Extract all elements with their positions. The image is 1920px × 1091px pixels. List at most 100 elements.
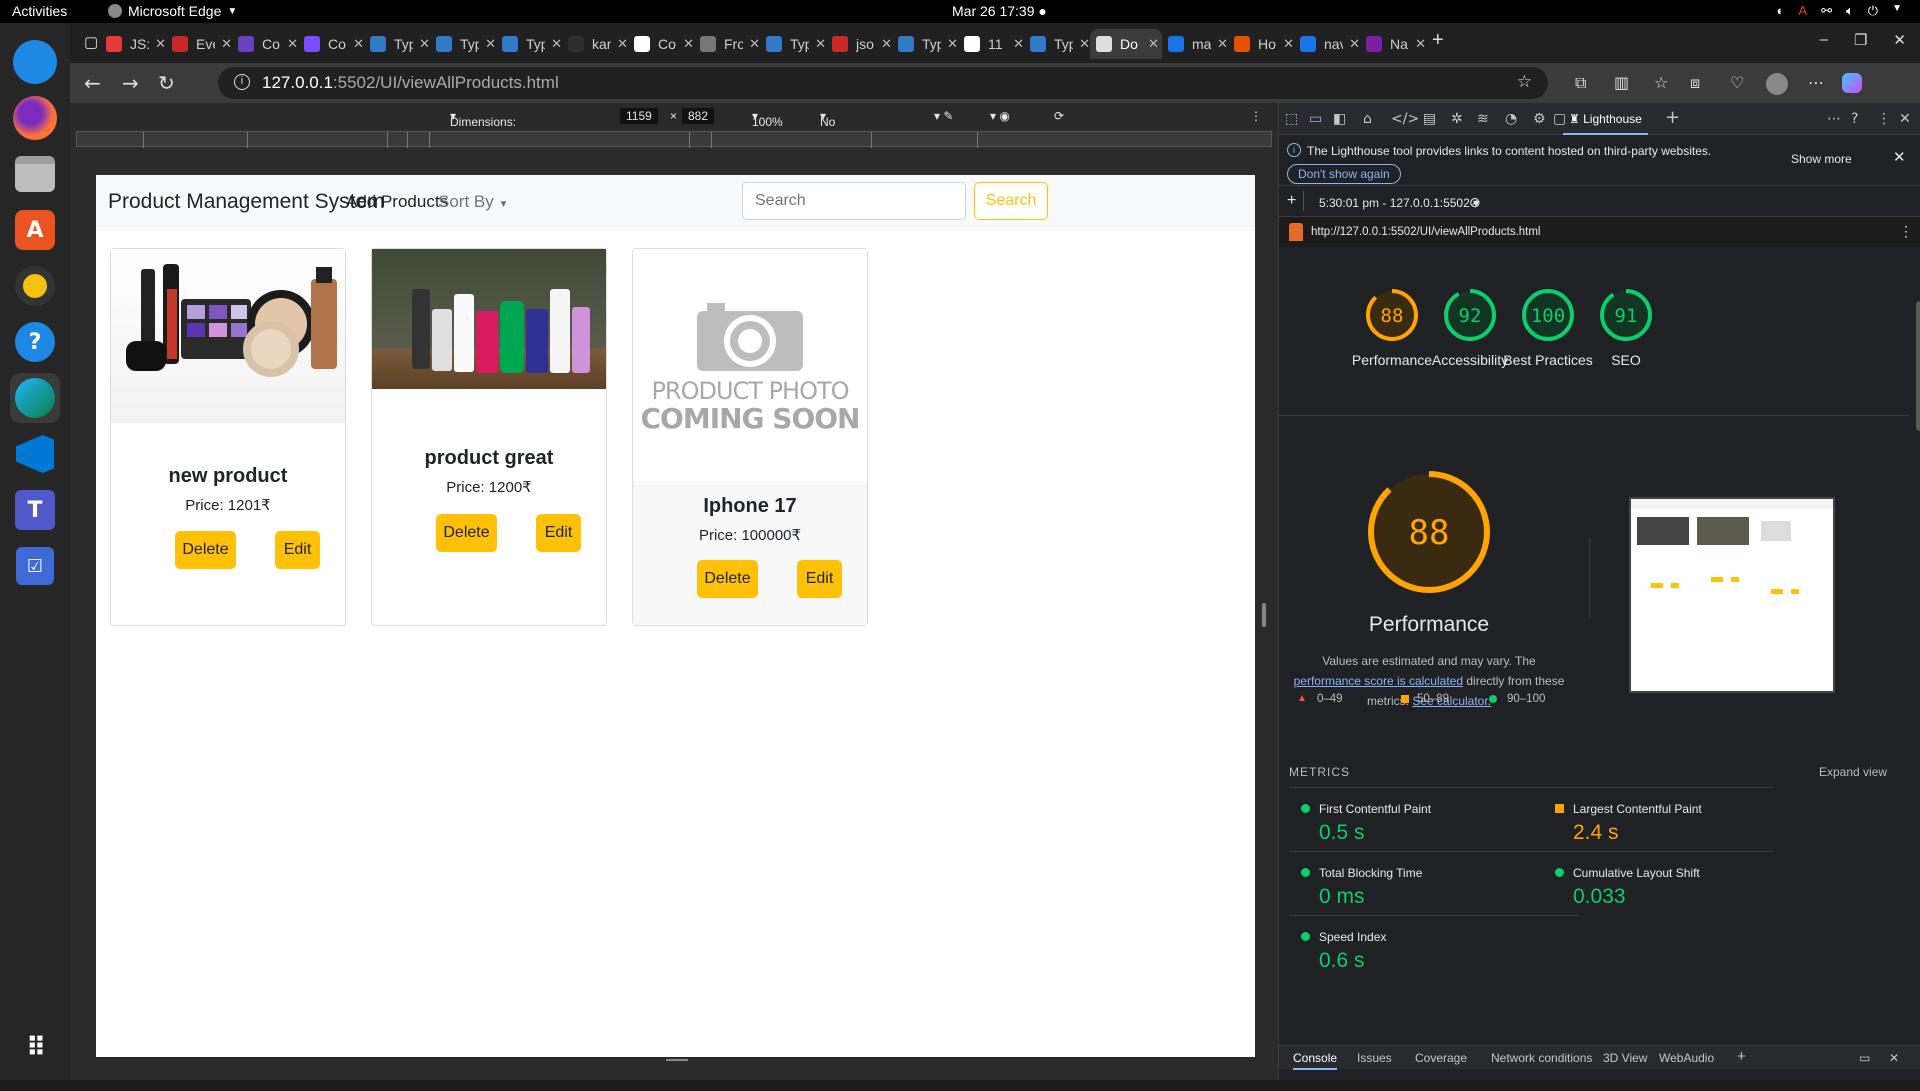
add-drawer-tab-icon[interactable]: + bbox=[1737, 1048, 1746, 1065]
tab-close-icon[interactable]: ✕ bbox=[353, 36, 364, 52]
viewport-side-resize-handle[interactable] bbox=[1262, 603, 1266, 627]
clear-icon[interactable]: ⊘ bbox=[1469, 194, 1481, 211]
tab-close-icon[interactable]: ✕ bbox=[1283, 36, 1294, 52]
inspect-icon[interactable]: ⬚ bbox=[1285, 111, 1298, 127]
drawer-dock-icon[interactable]: ▭ bbox=[1859, 1051, 1870, 1065]
network-icon[interactable]: ≋ bbox=[1477, 111, 1489, 127]
favorite-star-icon[interactable]: ☆ bbox=[1517, 72, 1532, 92]
teams-icon[interactable]: T bbox=[10, 485, 60, 535]
tab-close-icon[interactable]: ✕ bbox=[1079, 36, 1090, 52]
browser-tab[interactable]: Typ ✕ bbox=[430, 29, 496, 59]
close-devtools-icon[interactable]: ✕ bbox=[1899, 111, 1911, 127]
score-gauge[interactable]: 91 SEO bbox=[1581, 287, 1671, 369]
rhythmbox-icon[interactable] bbox=[10, 261, 60, 311]
drawer-tab[interactable]: Network conditions bbox=[1491, 1051, 1592, 1065]
tab-lighthouse[interactable]: ♜ Lighthouse bbox=[1563, 103, 1648, 135]
welcome-icon[interactable]: ⌂ bbox=[1363, 111, 1372, 127]
score-gauge[interactable]: 100 Best Practices bbox=[1503, 287, 1593, 369]
browser-tab[interactable]: Ho ✕ bbox=[1228, 29, 1294, 59]
delete-button[interactable]: Delete bbox=[175, 531, 236, 569]
browser-tab[interactable]: Typ ✕ bbox=[1024, 29, 1090, 59]
app-menu[interactable]: Microsoft Edge ▼ bbox=[108, 3, 237, 19]
edit-button[interactable]: Edit bbox=[797, 560, 842, 598]
browser-tab[interactable]: Fro ✕ bbox=[694, 29, 760, 59]
back-icon[interactable]: ← bbox=[84, 71, 101, 95]
tab-close-icon[interactable]: ✕ bbox=[947, 36, 958, 52]
report-url[interactable]: http://127.0.0.1:5502/UI/viewAllProducts… bbox=[1311, 226, 1540, 238]
tab-close-icon[interactable]: ✕ bbox=[881, 36, 892, 52]
tab-close-icon[interactable]: ✕ bbox=[1415, 36, 1426, 52]
more-options-icon[interactable]: ⋮ bbox=[1877, 111, 1891, 127]
tab-close-icon[interactable]: ✕ bbox=[221, 36, 232, 52]
help-icon[interactable]: ? bbox=[1851, 111, 1858, 127]
more-tools-icon[interactable]: ⋯ bbox=[1827, 111, 1841, 127]
drawer-tab[interactable]: 3D View bbox=[1603, 1051, 1647, 1065]
browser-tab[interactable]: Typ ✕ bbox=[496, 29, 562, 59]
performance-score-link[interactable]: performance score is calculated bbox=[1294, 674, 1463, 688]
sources-icon[interactable]: ✲ bbox=[1451, 111, 1463, 127]
browser-tab[interactable]: Co ✕ bbox=[298, 29, 364, 59]
forward-icon[interactable]: → bbox=[122, 71, 139, 95]
address-bar[interactable]: i 127.0.0.1:5502/UI/viewAllProducts.html… bbox=[218, 67, 1548, 99]
edge-icon[interactable] bbox=[10, 373, 60, 423]
drawer-tab[interactable]: Coverage bbox=[1415, 1051, 1467, 1065]
viewport-height-input[interactable]: 882 bbox=[682, 108, 715, 124]
report-menu-icon[interactable]: ⋮ bbox=[1899, 223, 1913, 240]
minimize-icon[interactable]: – bbox=[1820, 31, 1828, 49]
tab-close-icon[interactable]: ✕ bbox=[485, 36, 496, 52]
vscode-icon[interactable] bbox=[10, 429, 60, 479]
maximize-icon[interactable]: ❐ bbox=[1854, 31, 1867, 49]
tab-close-icon[interactable]: ✕ bbox=[1148, 36, 1159, 52]
dont-show-again-button[interactable]: Don't show again bbox=[1287, 164, 1401, 184]
add-products-link[interactable]: Add Products bbox=[346, 192, 448, 212]
system-tray[interactable]: ◐ A ⚯ 🔈︎ ⏻ ▼ bbox=[1777, 3, 1902, 19]
browser-tab[interactable]: Co ✕ bbox=[232, 29, 298, 59]
more-menu-icon[interactable]: ⋯ bbox=[1808, 73, 1824, 92]
tab-close-icon[interactable]: ✕ bbox=[1349, 36, 1360, 52]
tab-close-icon[interactable]: ✕ bbox=[155, 36, 166, 52]
browser-tab[interactable]: kar ✕ bbox=[562, 29, 628, 59]
delete-button[interactable]: Delete bbox=[697, 560, 758, 598]
brand-title[interactable]: Product Management System bbox=[108, 190, 385, 214]
browser-tab[interactable]: 11 ✕ bbox=[958, 29, 1024, 59]
tab-close-icon[interactable]: ✕ bbox=[1013, 36, 1024, 52]
search-input[interactable] bbox=[742, 182, 966, 220]
tab-close-icon[interactable]: ✕ bbox=[815, 36, 826, 52]
browser-tab[interactable]: Typ ✕ bbox=[364, 29, 430, 59]
activities-button[interactable]: Activities bbox=[12, 3, 67, 19]
elements-icon[interactable]: </> bbox=[1391, 111, 1419, 127]
expand-view-toggle[interactable]: Expand view bbox=[1819, 765, 1887, 779]
show-more-link[interactable]: Show more bbox=[1791, 152, 1852, 166]
report-select[interactable]: 5:30:01 pm - 127.0.0.1:5502 ▾ bbox=[1319, 196, 1479, 210]
todo-icon[interactable]: ☑ bbox=[10, 541, 60, 591]
score-gauge[interactable]: 92 Accessibility bbox=[1425, 287, 1515, 369]
browser-tab[interactable]: Typ ✕ bbox=[892, 29, 958, 59]
dimensions-select[interactable]: Dimensions: Responsive ▾ bbox=[450, 109, 516, 143]
devtools-scrollbar[interactable] bbox=[1916, 291, 1920, 1091]
tab-close-icon[interactable]: ✕ bbox=[749, 36, 760, 52]
show-apps-icon[interactable]: ⠿ bbox=[10, 1023, 60, 1073]
browser-tab[interactable]: JS: ✕ bbox=[100, 29, 166, 59]
browser-tab[interactable]: Co ✕ bbox=[628, 29, 694, 59]
tab-close-icon[interactable]: ✕ bbox=[287, 36, 298, 52]
device-mode-icon[interactable]: ▭ bbox=[1309, 111, 1322, 127]
viewport-width-input[interactable]: 1159 bbox=[620, 108, 658, 124]
vision-deficiency-icon[interactable]: ▾ ◉ bbox=[990, 109, 1010, 123]
browser-tab[interactable]: jso ✕ bbox=[826, 29, 892, 59]
extensions-icon[interactable]: ⧉ bbox=[1575, 73, 1586, 93]
copilot-icon[interactable] bbox=[1842, 73, 1862, 97]
collections-icon[interactable]: ⧈ bbox=[1690, 73, 1700, 93]
dock-icon[interactable]: ◧ bbox=[1333, 111, 1346, 127]
close-drawer-icon[interactable]: ✕ bbox=[1889, 1051, 1899, 1065]
close-icon[interactable]: ✕ bbox=[1893, 31, 1906, 49]
edit-button[interactable]: Edit bbox=[536, 514, 581, 552]
new-tab-button[interactable]: + bbox=[1432, 29, 1444, 52]
tab-close-icon[interactable]: ✕ bbox=[551, 36, 562, 52]
browser-tab[interactable]: Typ ✕ bbox=[760, 29, 826, 59]
tab-close-icon[interactable]: ✕ bbox=[419, 36, 430, 52]
browser-tab[interactable]: nav ✕ bbox=[1294, 29, 1360, 59]
rotate-icon[interactable]: ⟳ bbox=[1054, 109, 1064, 123]
tab-actions-icon[interactable]: ▢ bbox=[84, 33, 98, 51]
viewport-resize-handle[interactable] bbox=[96, 1057, 1255, 1069]
new-report-icon[interactable]: + bbox=[1287, 192, 1296, 210]
